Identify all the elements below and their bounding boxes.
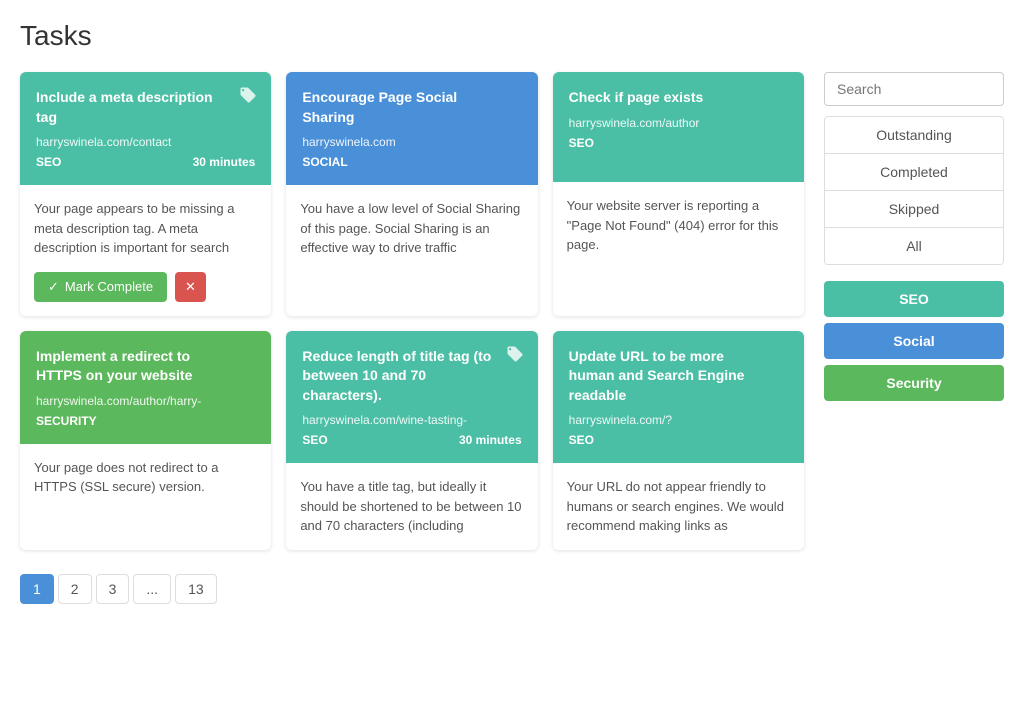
mark-complete-label: Mark Complete	[65, 279, 153, 294]
cards-grid: Include a meta description tag harryswin…	[20, 72, 804, 550]
card-header: Include a meta description tag harryswin…	[20, 72, 271, 185]
card-title: Update URL to be more human and Search E…	[569, 347, 788, 406]
card-url: harryswinela.com/author/harry-	[36, 394, 255, 408]
filter-item[interactable]: All	[825, 228, 1003, 264]
card-category: SEO	[302, 433, 327, 447]
filter-list: OutstandingCompletedSkippedAll	[824, 116, 1004, 265]
card-header: Encourage Page Social Sharing harryswine…	[286, 72, 537, 185]
page-button-13[interactable]: 13	[175, 574, 217, 604]
mark-complete-button[interactable]: ✓ Mark Complete	[34, 272, 167, 302]
card-time: 30 minutes	[193, 155, 256, 169]
task-card: Update URL to be more human and Search E…	[553, 331, 804, 550]
card-meta: SECURITY	[36, 414, 255, 428]
filter-item[interactable]: Completed	[825, 154, 1003, 191]
filter-item[interactable]: Skipped	[825, 191, 1003, 228]
tag-icon	[239, 86, 257, 109]
card-header: Check if page exists harryswinela.com/au…	[553, 72, 804, 182]
page-title: Tasks	[20, 20, 1004, 52]
card-meta: SEO	[569, 136, 788, 150]
card-title: Reduce length of title tag (to between 1…	[302, 347, 521, 406]
filter-item[interactable]: Outstanding	[825, 117, 1003, 154]
card-body: Your page does not redirect to a HTTPS (…	[20, 444, 271, 524]
card-body: You have a title tag, but ideally it sho…	[286, 463, 537, 550]
card-meta: SOCIAL	[302, 155, 521, 169]
card-title: Include a meta description tag	[36, 88, 255, 127]
card-body: Your page appears to be missing a meta d…	[20, 185, 271, 272]
card-meta: SEO 30 minutes	[36, 155, 255, 169]
task-card: Check if page exists harryswinela.com/au…	[553, 72, 804, 316]
tag-icon	[506, 345, 524, 368]
category-button-security[interactable]: Security	[824, 365, 1004, 401]
card-category: SEO	[569, 433, 594, 447]
category-button-seo[interactable]: SEO	[824, 281, 1004, 317]
card-url: harryswinela.com/wine-tasting-	[302, 413, 521, 427]
dismiss-button[interactable]: ✕	[175, 272, 206, 302]
task-card: Reduce length of title tag (to between 1…	[286, 331, 537, 550]
pagination: 123...13	[20, 574, 804, 604]
card-title: Check if page exists	[569, 88, 788, 108]
card-category: SOCIAL	[302, 155, 347, 169]
card-category: SEO	[36, 155, 61, 169]
card-url: harryswinela.com/author	[569, 116, 788, 130]
category-buttons: SEO Social Security	[824, 281, 1004, 401]
card-header: Reduce length of title tag (to between 1…	[286, 331, 537, 464]
card-title: Encourage Page Social Sharing	[302, 88, 521, 127]
card-header: Update URL to be more human and Search E…	[553, 331, 804, 464]
card-category: SEO	[569, 136, 594, 150]
task-card: Include a meta description tag harryswin…	[20, 72, 271, 316]
card-time: 30 minutes	[459, 433, 522, 447]
card-actions: ✓ Mark Complete ✕	[20, 272, 271, 316]
card-category: SECURITY	[36, 414, 97, 428]
card-header: Implement a redirect to HTTPS on your we…	[20, 331, 271, 444]
task-card: Encourage Page Social Sharing harryswine…	[286, 72, 537, 316]
card-url: harryswinela.com/contact	[36, 135, 255, 149]
task-card: Implement a redirect to HTTPS on your we…	[20, 331, 271, 550]
sidebar: OutstandingCompletedSkippedAll SEO Social…	[824, 72, 1004, 604]
page-button-2[interactable]: 2	[58, 574, 92, 604]
card-body: Your website server is reporting a "Page…	[553, 182, 804, 269]
card-url: harryswinela.com	[302, 135, 521, 149]
check-icon: ✓	[48, 279, 59, 295]
card-body: Your URL do not appear friendly to human…	[553, 463, 804, 550]
card-meta: SEO	[569, 433, 788, 447]
card-body: You have a low level of Social Sharing o…	[286, 185, 537, 272]
page-button-3[interactable]: 3	[96, 574, 130, 604]
category-button-social[interactable]: Social	[824, 323, 1004, 359]
pagination-ellipsis: ...	[133, 574, 171, 604]
page-button-1[interactable]: 1	[20, 574, 54, 604]
main-content: Include a meta description tag harryswin…	[20, 72, 804, 604]
dismiss-icon: ✕	[185, 279, 196, 294]
card-title: Implement a redirect to HTTPS on your we…	[36, 347, 255, 386]
card-meta: SEO 30 minutes	[302, 433, 521, 447]
search-input[interactable]	[824, 72, 1004, 106]
card-url: harryswinela.com/?	[569, 413, 788, 427]
